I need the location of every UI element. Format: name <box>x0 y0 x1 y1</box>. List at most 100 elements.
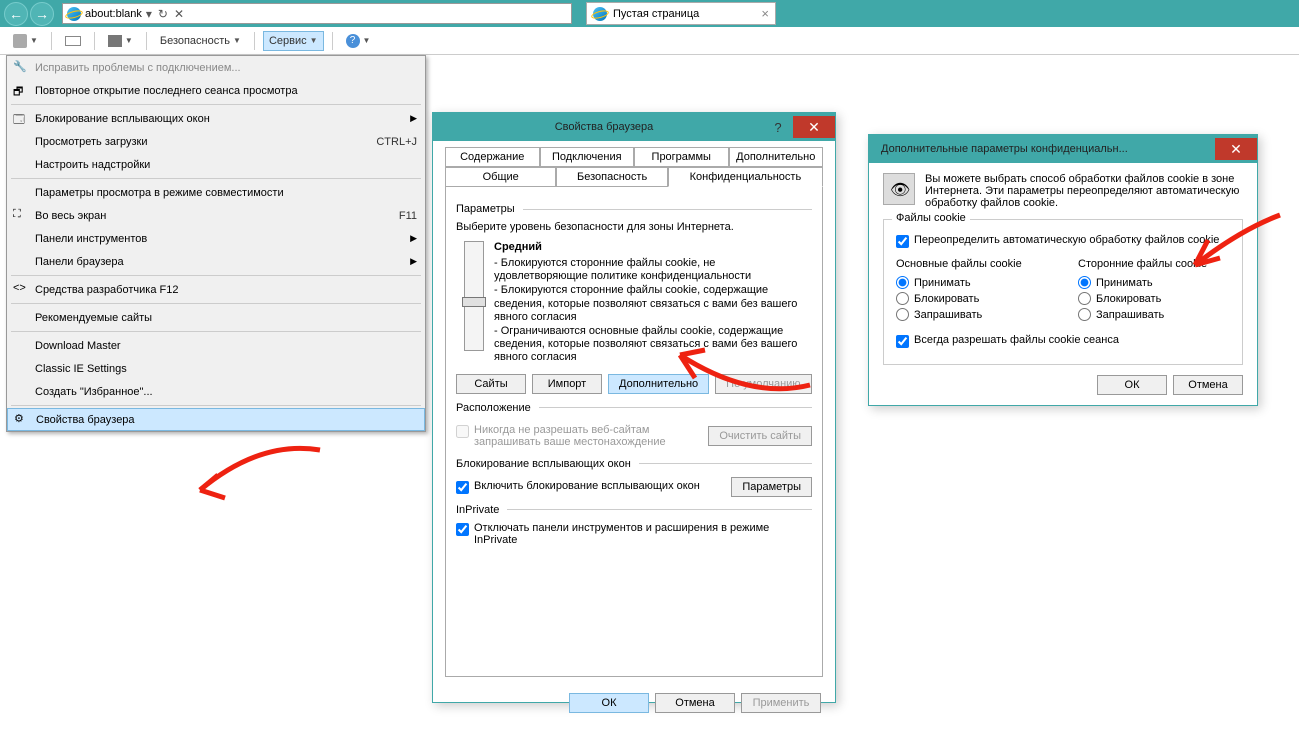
refresh-icon[interactable]: ↻ <box>158 7 168 21</box>
annotation-arrow-1 <box>180 440 330 523</box>
help-button[interactable]: ? <box>763 120 793 135</box>
dialog-title: Свойства браузера <box>445 121 763 133</box>
close-button[interactable]: ✕ <box>1215 138 1257 160</box>
tab-programs[interactable]: Программы <box>634 147 729 167</box>
browser-tab[interactable]: Пустая страница × <box>586 2 776 25</box>
advanced-privacy-dialog: Дополнительные параметры конфиденциальн.… <box>868 134 1258 406</box>
apply-button: Применить <box>741 693 821 713</box>
privacy-slider[interactable] <box>464 241 484 351</box>
level-desc-1: - Блокируются сторонние файлы cookie, не… <box>494 257 812 283</box>
cancel-button[interactable]: Отмена <box>1173 375 1243 395</box>
ie-icon <box>67 7 81 21</box>
menu-recommended[interactable]: Рекомендуемые сайты <box>7 306 425 329</box>
diagnose-icon: 🔧 <box>13 60 29 76</box>
menu-devtools[interactable]: <>Средства разработчика F12 <box>7 278 425 301</box>
location-label: Расположение <box>456 402 531 414</box>
third-party-block-radio[interactable] <box>1078 292 1091 305</box>
tab-panel-privacy: Параметры Выберите уровень безопасности … <box>445 187 823 677</box>
reopen-icon: 🗗 <box>13 83 29 99</box>
third-party-prompt-radio[interactable] <box>1078 308 1091 321</box>
url-text: about:blank <box>85 8 142 20</box>
sites-button[interactable]: Сайты <box>456 374 526 394</box>
print-dropdown[interactable]: ▼ <box>103 32 138 50</box>
toolbar: ▼ ▼ Безопасность▼ Сервис▼ ?▼ <box>0 27 1299 55</box>
tab-privacy[interactable]: Конфиденциальность <box>668 167 823 187</box>
slider-thumb[interactable] <box>462 297 486 307</box>
level-desc-3: - Ограничиваются основные файлы cookie, … <box>494 325 812 365</box>
never-allow-location-checkbox <box>456 425 469 438</box>
popup-section-label: Блокирование всплывающих окон <box>456 458 631 470</box>
ok-button[interactable]: ОК <box>1097 375 1167 395</box>
nav-bar: ← → about:blank ▾ ↻ ✕ Пустая страница × <box>0 0 1299 27</box>
third-party-label: Сторонние файлы cookie <box>1078 258 1230 270</box>
menu-fullscreen[interactable]: ⛶Во весь экранF11 <box>7 204 425 227</box>
menu-download-master[interactable]: Download Master <box>7 334 425 357</box>
first-party-accept-radio[interactable] <box>896 276 909 289</box>
menu-compat[interactable]: Параметры просмотра в режиме совместимос… <box>7 181 425 204</box>
help-menu[interactable]: ?▼ <box>341 31 376 51</box>
first-party-label: Основные файлы cookie <box>896 258 1048 270</box>
first-party-prompt-radio[interactable] <box>896 308 909 321</box>
back-button[interactable]: ← <box>4 2 28 26</box>
close-icon[interactable]: × <box>761 6 769 21</box>
ie-icon <box>593 7 607 21</box>
menu-reopen-session[interactable]: 🗗Повторное открытие последнего сеанса пр… <box>7 79 425 102</box>
browser-properties-dialog: Свойства браузера ? ✕ Содержание Подключ… <box>432 112 836 703</box>
session-cookies-checkbox[interactable] <box>896 335 909 348</box>
level-name: Средний <box>494 241 812 253</box>
menu-tool-panels[interactable]: Панели инструментов▶ <box>7 227 425 250</box>
service-dropdown-menu: 🔧Исправить проблемы с подключением... 🗗П… <box>6 55 426 432</box>
import-button[interactable]: Импорт <box>532 374 602 394</box>
info-text: Вы можете выбрать способ обработки файло… <box>925 173 1243 209</box>
service-menu[interactable]: Сервис▼ <box>263 31 324 51</box>
menu-browser-properties[interactable]: ⚙Свойства браузера <box>7 408 425 431</box>
level-desc-2: - Блокируются сторонние файлы cookie, со… <box>494 284 812 324</box>
help-icon: ? <box>346 34 360 48</box>
tab-connections[interactable]: Подключения <box>540 147 635 167</box>
security-menu[interactable]: Безопасность▼ <box>155 32 246 50</box>
cancel-button[interactable]: Отмена <box>655 693 735 713</box>
devtools-icon: <> <box>13 282 29 298</box>
group-label: Файлы cookie <box>892 212 970 224</box>
tab-security[interactable]: Безопасность <box>556 167 667 187</box>
mail-icon <box>65 36 81 46</box>
disable-toolbars-inprivate-checkbox[interactable] <box>456 523 469 536</box>
tab-general[interactable]: Общие <box>445 167 556 187</box>
third-party-accept-radio[interactable] <box>1078 276 1091 289</box>
params-label: Параметры <box>456 203 515 215</box>
dropdown-icon[interactable]: ▾ <box>146 7 152 21</box>
popup-params-button[interactable]: Параметры <box>731 477 812 497</box>
tab-advanced[interactable]: Дополнительно <box>729 147 824 167</box>
print-icon <box>108 35 122 47</box>
ok-button[interactable]: ОК <box>569 693 649 713</box>
stop-icon[interactable]: ✕ <box>174 7 184 21</box>
rss-icon <box>13 34 27 48</box>
dialog-titlebar: Дополнительные параметры конфиденциальн.… <box>869 135 1257 163</box>
advanced-button[interactable]: Дополнительно <box>608 374 709 394</box>
menu-addons[interactable]: Настроить надстройки <box>7 153 425 176</box>
default-button: По умолчанию <box>715 374 811 394</box>
popup-icon: 🗔 <box>13 111 29 127</box>
menu-fix-connection[interactable]: 🔧Исправить проблемы с подключением... <box>7 56 425 79</box>
home-dropdown[interactable]: ▼ <box>8 31 43 51</box>
clear-sites-button: Очистить сайты <box>708 426 812 446</box>
dialog-titlebar: Свойства браузера ? ✕ <box>433 113 835 141</box>
dialog-title: Дополнительные параметры конфиденциальн.… <box>881 143 1215 155</box>
fullscreen-icon: ⛶ <box>13 208 29 224</box>
enable-popup-block-checkbox[interactable] <box>456 481 469 494</box>
address-bar[interactable]: about:blank ▾ ↻ ✕ <box>62 3 572 24</box>
properties-icon: ⚙ <box>14 412 30 428</box>
menu-classic-ie[interactable]: Classic IE Settings <box>7 357 425 380</box>
menu-popup-blocker[interactable]: 🗔Блокирование всплывающих окон▶ <box>7 107 425 130</box>
select-level-text: Выберите уровень безопасности для зоны И… <box>456 221 812 233</box>
address-icons: ▾ ↻ ✕ <box>146 7 184 21</box>
menu-create-favorites[interactable]: Создать "Избранное"... <box>7 380 425 403</box>
forward-button[interactable]: → <box>30 2 54 26</box>
close-button[interactable]: ✕ <box>793 116 835 138</box>
menu-browser-panels[interactable]: Панели браузера▶ <box>7 250 425 273</box>
first-party-block-radio[interactable] <box>896 292 909 305</box>
tab-content[interactable]: Содержание <box>445 147 540 167</box>
override-auto-checkbox[interactable] <box>896 235 909 248</box>
menu-downloads[interactable]: Просмотреть загрузкиCTRL+J <box>7 130 425 153</box>
read-mail[interactable] <box>60 33 86 49</box>
